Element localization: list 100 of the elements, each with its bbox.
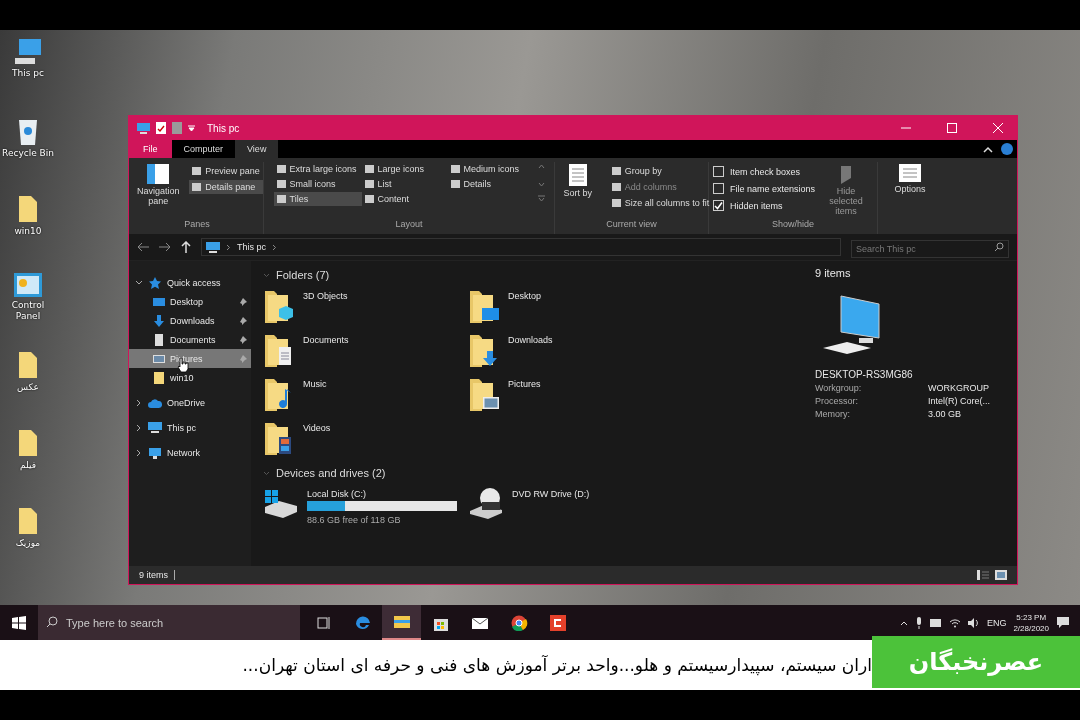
layout-option[interactable]: Small icons [273,177,362,191]
search-icon[interactable] [46,616,58,628]
chevron-icon[interactable] [272,243,277,251]
folder-name[interactable]: 3D Objects [303,289,348,301]
language-indicator[interactable]: ENG [986,617,1007,628]
folder-icon[interactable] [468,333,500,369]
options-button[interactable]: Options [894,184,926,194]
layout-option[interactable]: Extra large icons [273,162,362,176]
chevron-icon[interactable] [226,243,231,251]
taskbar-button[interactable] [382,605,421,640]
ribbon-tab[interactable]: File [129,140,172,158]
pane-toggle[interactable]: Details pane [189,180,263,194]
taskbar-search-field[interactable]: Type here to search [38,605,300,640]
address-bar[interactable]: This pc [201,238,841,256]
pin-icon[interactable] [239,335,247,344]
folder-name[interactable]: Pictures [508,377,541,389]
folder-name[interactable]: Videos [303,421,331,433]
view-command[interactable]: Size all columns to fit [608,196,713,210]
battery-icon[interactable] [929,618,942,627]
layout-option[interactable]: List [361,177,448,191]
search-icon[interactable] [994,242,1004,252]
clock-date[interactable]: 2/28/2020 [1013,622,1049,634]
properties-icon[interactable] [156,122,166,134]
microphone-icon[interactable] [914,616,923,629]
sort-by-button[interactable]: Sort by [563,188,592,198]
help-icon[interactable] [1001,143,1013,155]
folder-name[interactable]: Documents [303,333,349,345]
dropdown-icon[interactable] [188,125,195,131]
folder-icon[interactable] [468,289,500,325]
up-arrow-icon[interactable] [181,241,191,253]
tag-icon[interactable] [839,164,854,184]
hide-selected-button[interactable]: Hide selected items [821,186,872,216]
nav-item[interactable]: Desktop [129,292,251,311]
desktop-icon-label[interactable]: This pc [12,68,44,79]
chevron-icon[interactable] [135,278,143,287]
checkbox-label[interactable]: File name extensions [730,183,816,194]
drive-name[interactable]: Local Disk (C:) [307,487,457,499]
checkbox-label[interactable]: Item check boxes [730,166,800,177]
close-icon[interactable] [993,123,1003,133]
drive-name[interactable]: DVD RW Drive (D:) [512,487,590,499]
layout-option[interactable]: Details [447,177,534,191]
notification-icon[interactable] [1056,616,1070,629]
nav-item[interactable]: Quick access [129,273,251,292]
chevron-up-icon[interactable] [983,145,993,153]
chevron-icon[interactable] [135,448,143,457]
computer-icon[interactable] [13,38,43,66]
folder-name[interactable]: Music [303,377,327,389]
details-view-icon[interactable] [977,570,989,580]
folder-name[interactable]: Downloads [508,333,553,345]
scroll-arrows-icon[interactable] [537,162,545,202]
pin-icon[interactable] [239,297,247,306]
search-field[interactable]: Search This pc [851,240,1009,258]
pane-toggle[interactable]: Preview pane [189,164,263,178]
view-command[interactable]: Group by [608,164,713,178]
nav-item[interactable]: This pc [129,418,251,437]
desktop-icon-label[interactable]: win10 [14,226,42,237]
ribbon-tab[interactable]: View [235,140,279,158]
folder-icon[interactable] [263,289,295,325]
clock-time[interactable]: 5:23 PM [1016,611,1047,623]
nav-item[interactable]: Downloads [129,311,251,330]
chevron-up-icon[interactable] [899,619,908,626]
folder-icon[interactable] [468,377,500,413]
back-arrow-icon[interactable] [137,242,149,252]
browser-icon[interactable] [509,614,528,631]
app-icon[interactable] [548,614,567,631]
nav-item[interactable]: Documents [129,330,251,349]
desktop-icon-label[interactable]: عکس [17,382,39,393]
speaker-icon[interactable] [967,617,980,628]
breadcrumb[interactable]: This pc [237,242,266,252]
forward-arrow-icon[interactable] [159,242,171,252]
pin-icon[interactable] [239,316,247,325]
folder-icon[interactable] [392,613,411,630]
layout-option[interactable]: Tiles [273,192,362,206]
layout-option[interactable]: Medium icons [447,162,534,176]
desktop-icon-label[interactable]: Control Panel [2,300,54,322]
desktop-icon-label[interactable]: Recycle Bin [2,148,54,159]
folder-name[interactable]: Desktop [508,289,542,301]
chevron-icon[interactable] [135,398,143,407]
nav-item[interactable]: Pictures [129,349,251,368]
chevron-icon[interactable] [135,423,143,432]
hard-drive-icon[interactable] [263,487,299,519]
navigation-pane-icon[interactable] [147,164,170,184]
desktop-icon-label[interactable]: فیلم [20,460,36,471]
checkbox[interactable] [713,200,724,211]
desktop-icon-label[interactable]: موزیک [15,538,41,549]
maximize-icon[interactable] [947,123,957,133]
checkbox[interactable] [713,166,724,177]
windows-logo-icon[interactable] [12,615,26,630]
dvd-drive-icon[interactable] [468,487,504,519]
folder-icon[interactable] [17,350,39,380]
control-panel-icon[interactable] [13,272,43,298]
list-icon[interactable] [568,164,587,186]
layout-option[interactable]: Content [361,192,448,206]
nav-item[interactable]: Network [129,443,251,462]
checkbox[interactable] [713,183,724,194]
layout-option[interactable]: Large icons [361,162,448,176]
wifi-icon[interactable] [948,617,961,628]
folder-icon[interactable] [17,194,39,224]
checkbox-label[interactable]: Hidden items [730,200,783,211]
nav-item[interactable]: win10 [129,368,251,387]
